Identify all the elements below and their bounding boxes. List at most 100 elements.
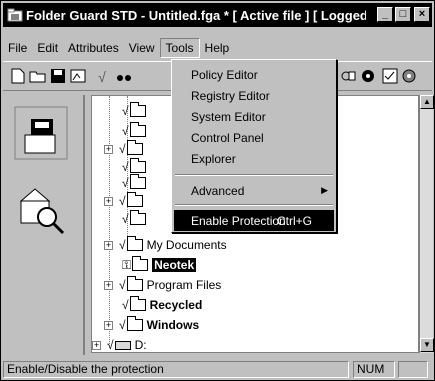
tree-row-hidden-7[interactable]: √ [122, 210, 150, 228]
tool-icon-4[interactable] [401, 68, 419, 86]
folder-icon [126, 140, 143, 155]
status-bar: Enable/Disable the protection NUM [3, 359, 432, 379]
tree-row-hidden-1[interactable]: √ [122, 102, 150, 120]
computer-view-icon[interactable] [13, 105, 69, 161]
check-icon[interactable]: √ [122, 176, 129, 190]
check-icon[interactable]: √ [93, 68, 111, 86]
folder-icon [129, 122, 146, 137]
folder-icon [126, 192, 143, 207]
search-view-icon[interactable] [13, 181, 69, 237]
menu-item-label: Advanced [191, 183, 245, 198]
menu-item-shortcut: Ctrl+G [276, 213, 312, 228]
folder-icon [126, 236, 143, 251]
check-icon[interactable]: √ [122, 124, 129, 138]
menu-item-control-panel[interactable]: Control Panel [174, 127, 334, 148]
tree-item-label: Recycled [149, 298, 203, 312]
expand-icon[interactable]: + [104, 240, 113, 250]
folder-icon [129, 102, 146, 117]
folder-icon [129, 210, 146, 225]
tree-row-hidden-5[interactable]: √ [122, 174, 150, 192]
tree-row-neotek[interactable]: ⚿ Neotek [122, 256, 197, 274]
menu-tools[interactable]: Tools [159, 38, 200, 58]
menu-edit[interactable]: Edit [32, 39, 63, 57]
status-panel-empty [398, 361, 428, 378]
properties-icon[interactable] [69, 68, 87, 86]
drive-icon [114, 340, 131, 350]
tree-row-drive-d[interactable]: + √ D: [92, 336, 147, 352]
tree-row-recycled[interactable]: √ Recycled [122, 296, 202, 314]
folder-icon [126, 276, 143, 291]
menu-help[interactable]: Help [200, 39, 235, 57]
expand-icon[interactable]: + [104, 320, 113, 330]
close-button[interactable]: × [414, 7, 430, 22]
menu-item-advanced[interactable]: Advanced ▶ [174, 180, 334, 201]
title-bar[interactable]: Folder Guard STD - Untitled.fga * [ Acti… [3, 3, 432, 27]
check-icon[interactable]: √ [119, 318, 126, 332]
num-lock-indicator: NUM [353, 361, 395, 378]
tool-icon-3[interactable] [381, 68, 399, 86]
menu-item-enable-protection[interactable]: Enable Protection Ctrl+G [174, 210, 334, 231]
menu-item-label: Explorer [191, 151, 236, 166]
tree-row-my-documents[interactable]: + √ My Documents [104, 236, 227, 254]
new-file-icon[interactable] [9, 68, 27, 86]
binoculars-icon[interactable] [115, 68, 133, 86]
app-window: Folder Guard STD - Untitled.fga * [ Acti… [0, 0, 435, 381]
scroll-down-icon[interactable]: ▼ [420, 338, 434, 352]
tree-item-label: My Documents [146, 238, 227, 252]
tree-row-hidden-3[interactable]: + √ [104, 140, 147, 158]
folder-icon [126, 316, 143, 331]
menu-separator [175, 174, 333, 176]
menu-item-registry-editor[interactable]: Registry Editor [174, 85, 334, 106]
tools-menu: Policy Editor Registry Editor System Edi… [171, 59, 337, 233]
check-icon[interactable]: √ [119, 278, 126, 292]
open-folder-icon[interactable] [29, 68, 47, 86]
tree-item-label: Neotek [152, 258, 197, 272]
menu-separator [175, 204, 333, 206]
check-icon[interactable]: √ [107, 338, 114, 352]
maximize-button[interactable]: □ [395, 7, 411, 22]
folder-icon [129, 174, 146, 189]
left-panel [5, 95, 85, 355]
tree-item-label: Windows [146, 318, 200, 332]
menu-item-label: Policy Editor [191, 67, 258, 82]
check-icon[interactable]: √ [119, 238, 126, 252]
vertical-scrollbar[interactable]: ▲ ▼ [419, 95, 434, 353]
folder-guard-icon [7, 7, 23, 23]
expand-icon[interactable]: + [92, 340, 101, 350]
tree-item-label: D: [134, 338, 147, 352]
menu-item-label: System Editor [191, 109, 266, 124]
tree-row-program-files[interactable]: + √ Program Files [104, 276, 221, 294]
submenu-arrow-icon: ▶ [321, 185, 328, 195]
check-icon[interactable]: √ [122, 212, 129, 226]
check-icon[interactable]: √ [122, 298, 129, 312]
check-icon[interactable]: √ [119, 194, 126, 208]
window-title: Folder Guard STD - Untitled.fga * [ Acti… [26, 7, 366, 23]
menu-attributes[interactable]: Attributes [63, 39, 124, 57]
minimize-button[interactable]: _ [377, 7, 393, 22]
folder-icon [129, 296, 146, 311]
folder-icon [129, 158, 146, 173]
tool-icon-2[interactable] [359, 68, 377, 86]
menu-item-label: Control Panel [191, 130, 264, 145]
expand-icon[interactable]: + [104, 280, 113, 290]
tree-row-hidden-6[interactable]: + √ [104, 192, 147, 210]
check-icon[interactable]: √ [122, 104, 129, 118]
scroll-up-icon[interactable]: ▲ [420, 95, 434, 109]
folder-icon [132, 256, 149, 271]
key-icon[interactable]: ⚿ [122, 258, 131, 273]
menu-item-system-editor[interactable]: System Editor [174, 106, 334, 127]
expand-icon[interactable]: + [104, 144, 113, 154]
menu-file[interactable]: File [3, 39, 32, 57]
menu-view[interactable]: View [124, 39, 160, 57]
expand-icon[interactable]: + [104, 196, 113, 206]
check-icon[interactable]: √ [119, 142, 126, 156]
tool-icon-1[interactable] [339, 68, 357, 86]
tree-row-hidden-2[interactable]: √ [122, 122, 150, 140]
save-disk-icon[interactable] [49, 68, 67, 86]
menu-item-label: Enable Protection [191, 213, 286, 228]
menu-item-policy-editor[interactable]: Policy Editor [174, 64, 334, 85]
tree-row-windows[interactable]: + √ Windows [104, 316, 199, 334]
check-icon[interactable]: √ [122, 160, 129, 174]
menu-item-explorer[interactable]: Explorer [174, 148, 334, 169]
tree-item-label: Program Files [146, 278, 222, 292]
